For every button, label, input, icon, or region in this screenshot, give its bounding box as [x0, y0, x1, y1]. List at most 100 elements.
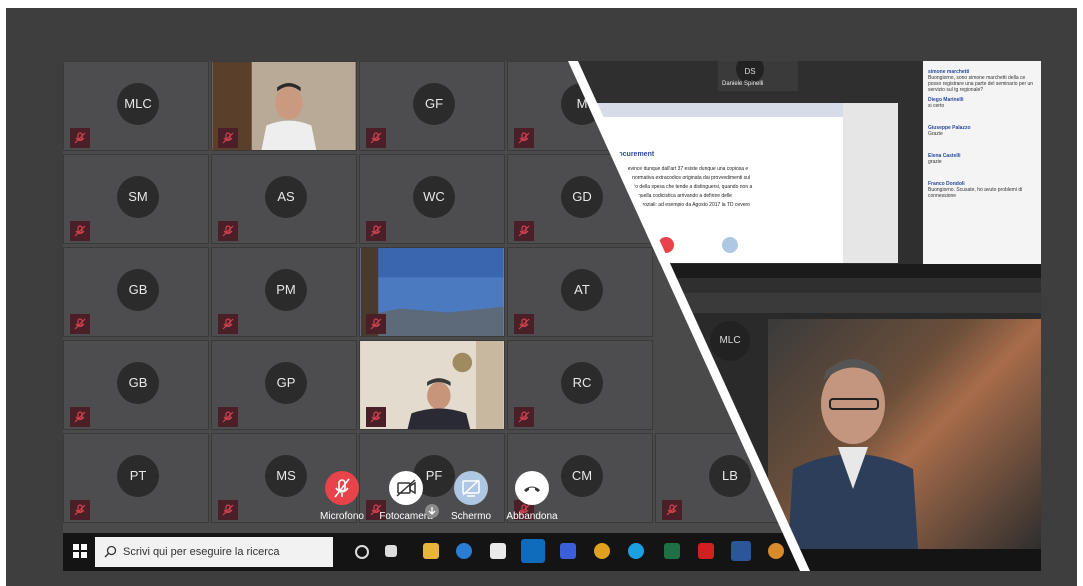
participant-tile[interactable]	[359, 247, 505, 337]
acrobat-icon[interactable]	[698, 543, 714, 559]
word-icon[interactable]	[731, 541, 751, 561]
participant-tile[interactable]: GB	[63, 340, 209, 430]
mic-muted-icon	[366, 407, 386, 427]
participant-tile[interactable]: RC	[507, 340, 653, 430]
participant-avatar: MLC	[117, 83, 159, 125]
participant-tile[interactable]: GB	[63, 247, 209, 337]
participant-avatar: GB	[117, 269, 159, 311]
mic-muted-icon	[218, 500, 238, 520]
mic-muted-icon	[514, 128, 534, 148]
doc-line: stratificata normativa extracodice origi…	[608, 175, 751, 181]
outlook-icon[interactable]	[521, 539, 545, 563]
participant-avatar: GD	[561, 176, 603, 218]
photo-frame: MLC GF M SM AS WC GD GB PM AT GB GP RC PT MS PF CM LB Mic…	[6, 8, 1077, 586]
participant-tile[interactable]: GF	[359, 61, 505, 151]
camera-off-button[interactable]	[389, 471, 423, 505]
speaker-person-icon	[788, 359, 918, 549]
hang-up-icon	[524, 486, 540, 492]
participant-tile[interactable]: AS	[211, 154, 357, 244]
participant-avatar: WC	[413, 176, 455, 218]
participant-avatar: PT	[117, 455, 159, 497]
participant-tile[interactable]: PM	[211, 247, 357, 337]
chat-message: Giuseppe Palazzo Grazie	[928, 125, 1036, 137]
mini-camera-button[interactable]	[690, 237, 706, 253]
participant-avatar: AT	[561, 269, 603, 311]
chat-panel: simone marchetti Buongiorno, sono simone …	[923, 61, 1041, 271]
participant-avatar: MS	[265, 455, 307, 497]
mic-muted-icon	[514, 314, 534, 334]
participant-tile[interactable]	[359, 340, 505, 430]
skype-icon[interactable]	[628, 543, 644, 559]
store-icon[interactable]	[490, 543, 506, 559]
participant-avatar: RC	[561, 362, 603, 404]
mic-muted-icon	[218, 407, 238, 427]
mini-leave-button[interactable]	[753, 237, 769, 253]
file-explorer-icon[interactable]	[423, 543, 439, 559]
participant-tile[interactable]: PT	[63, 433, 209, 523]
participant-tile[interactable]: GP	[211, 340, 357, 430]
participant-tile[interactable]: AT	[507, 247, 653, 337]
leave-control[interactable]: Abbandona	[492, 471, 572, 522]
call-controls: Microfono Fotocamera Schermo Abbandona	[308, 471, 568, 533]
leave-call-button[interactable]	[515, 471, 549, 505]
search-placeholder: Scrivi qui per eseguire la ricerca	[123, 546, 280, 558]
participant-avatar: GF	[413, 83, 455, 125]
download-indicator-icon	[425, 504, 439, 518]
mic-muted-icon	[218, 221, 238, 241]
camera-off-icon	[396, 479, 416, 497]
chat-message: simone marchetti Buongiorno, sono simone …	[928, 69, 1036, 93]
mic-muted-icon	[662, 500, 682, 520]
participant-avatar: GP	[265, 362, 307, 404]
mic-muted-icon	[70, 407, 90, 427]
participant-name: Daniele Spinelli	[722, 81, 764, 87]
avatar: DS	[736, 61, 764, 83]
mic-muted-icon	[70, 128, 90, 148]
mic-muted-icon	[514, 221, 534, 241]
mic-muted-icon	[366, 221, 386, 241]
chat-text: si certo	[928, 103, 945, 109]
teams-icon[interactable]	[560, 543, 576, 559]
mini-screen-button[interactable]	[722, 237, 738, 253]
cortana-icon[interactable]	[355, 545, 369, 559]
screen-share-icon	[462, 479, 480, 497]
participant-tile[interactable]: SM	[63, 154, 209, 244]
chrome-icon[interactable]	[594, 543, 610, 559]
chat-message: Diego Marinelli si certo	[928, 97, 1036, 109]
app-icon[interactable]	[768, 543, 784, 559]
mic-muted-icon	[70, 500, 90, 520]
participant-tile[interactable]: MLC	[63, 61, 209, 151]
participant-avatar: AS	[265, 176, 307, 218]
doc-line: Come si evince dunque dall'art 37 esiste…	[608, 166, 749, 172]
mic-muted-button[interactable]	[325, 471, 359, 505]
mini-mic-button[interactable]	[658, 237, 674, 253]
search-icon	[104, 545, 117, 558]
mic-muted-icon	[218, 314, 238, 334]
excel-icon[interactable]	[664, 543, 680, 559]
document-sidebar	[843, 103, 898, 263]
mic-muted-icon	[218, 128, 238, 148]
avatar: MLC	[710, 321, 750, 361]
viewer-toolbar	[588, 103, 843, 117]
screen-share-button[interactable]	[454, 471, 488, 505]
task-view-icon[interactable]	[385, 545, 397, 557]
chat-text: Grazie	[928, 131, 943, 137]
doc-line: contenimento della spesa che tende a dis…	[608, 184, 753, 190]
mic-muted-icon	[70, 314, 90, 334]
monitor-screen: MLC GF M SM AS WC GD GB PM AT GB GP RC PT MS PF CM LB Mic…	[63, 61, 1041, 571]
chat-text: grazie	[928, 159, 942, 165]
participant-avatar: PM	[265, 269, 307, 311]
taskbar-search-box[interactable]: Scrivi qui per eseguire la ricerca	[95, 537, 333, 567]
edge-icon[interactable]	[456, 543, 472, 559]
chat-text: Buongiorno, sono simone marchetti della …	[928, 75, 1034, 93]
leave-label: Abbandona	[506, 511, 558, 522]
chat-text: Buongiorno. Scusate, ho avuto problemi d…	[928, 187, 1023, 199]
mic-muted-icon	[514, 407, 534, 427]
chat-message: Elena Castelli grazie	[928, 153, 1036, 165]
participant-tile[interactable]: WC	[359, 154, 505, 244]
mini-call-controls	[658, 237, 769, 259]
top-video-tile: DS Daniele Spinelli	[718, 61, 798, 91]
participant-tile[interactable]	[211, 61, 357, 151]
mic-muted-icon	[366, 314, 386, 334]
mic-muted-icon	[366, 128, 386, 148]
windows-start-icon[interactable]	[73, 544, 87, 563]
